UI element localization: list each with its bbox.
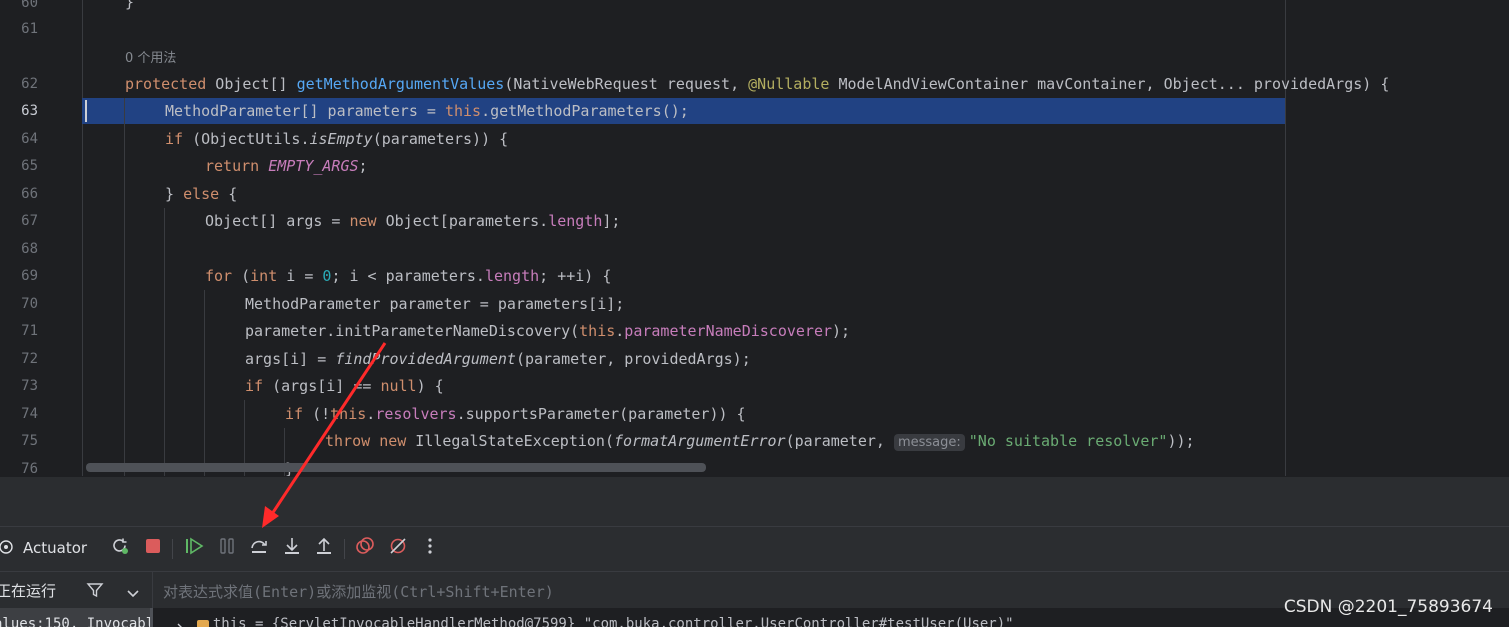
watermark: CSDN @2201_75893674 [1283,597,1493,617]
annotation-arrow-shaft [266,342,387,521]
annotation-arrow [262,342,387,528]
